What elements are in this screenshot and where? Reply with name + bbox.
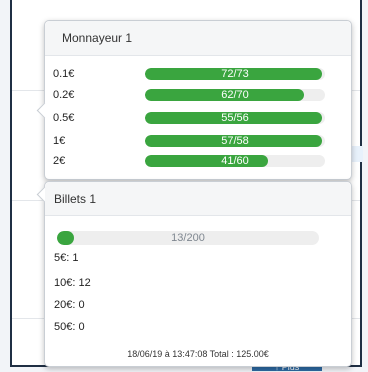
coin-progress-text: 55/56	[221, 112, 249, 124]
popover-title: Billets 1	[45, 182, 351, 216]
coin-label: 2€	[53, 155, 66, 167]
coin-progress-text: 62/70	[221, 89, 249, 101]
coin-progress-text: 41/60	[221, 155, 249, 167]
coin-progress-text: 57/58	[221, 135, 249, 147]
coin-progress-text: 72/73	[221, 68, 249, 80]
coin-label: 0.1€	[53, 68, 75, 80]
coin-row: 1€ 57/58	[53, 133, 333, 149]
coin-row: 0.5€ 55/56	[53, 110, 333, 126]
bill-count: 20€: 0	[54, 299, 85, 311]
status-footer: 18/06/19 à 13:47:08 Total : 125.00€	[127, 349, 269, 359]
coin-label: 1€	[53, 135, 66, 147]
bill-count: 50€: 0	[54, 321, 85, 333]
coin-label: 0.2€	[53, 89, 75, 101]
coin-row: 0.1€ 72/73	[53, 66, 333, 82]
bill-progress-text: 13/200	[171, 232, 205, 244]
coin-progress-track: 57/58	[145, 135, 325, 147]
bill-count: 10€: 12	[54, 277, 91, 289]
coin-label: 0.5€	[53, 112, 75, 124]
coin-progress-track: 41/60	[145, 155, 325, 167]
bill-progress-track: 13/200	[57, 231, 319, 245]
coin-popover: Monnayeur 1 0.1€ 72/73 0.2€ 62/70 0.5€ 5…	[36, 20, 352, 180]
bill-count: 5€: 1	[54, 252, 79, 264]
coin-progress-track: 72/73	[145, 68, 325, 80]
popover-title: Monnayeur 1	[45, 21, 351, 56]
coin-row: 0.2€ 62/70	[53, 87, 333, 103]
coin-progress-track: 62/70	[145, 89, 325, 101]
bill-popover: Billets 1 13/200 5€: 1 10€: 12 20€: 0 50…	[36, 181, 352, 367]
coin-progress-track: 55/56	[145, 112, 325, 124]
coin-row: 2€ 41/60	[53, 153, 333, 169]
